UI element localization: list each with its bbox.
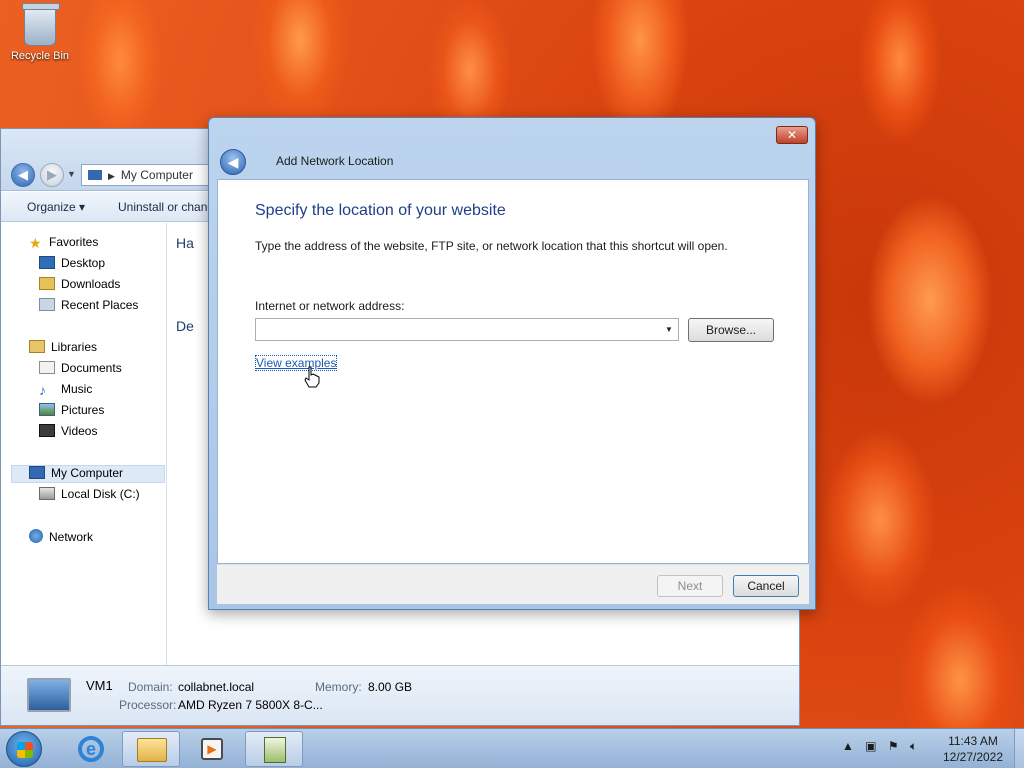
nav-item-favorites[interactable]: ★ Favorites <box>29 235 98 253</box>
domain-value: collabnet.local <box>178 680 255 694</box>
processor-value: AMD Ryzen 7 5800X 8-C... <box>178 698 323 712</box>
music-note-icon: ♪ <box>39 382 46 398</box>
recycle-bin-label: Recycle Bin <box>10 50 70 62</box>
dialog-title: Add Network Location <box>276 154 394 168</box>
taskbar-media-player[interactable]: ▶ <box>183 731 241 767</box>
taskbar: e ▶ ▲ ▣ ⚑ 🔈︎ 11:43 AM 12/27/2022 <box>0 728 1024 768</box>
nav-item-network[interactable]: Network <box>29 529 93 547</box>
recycle-bin-icon <box>22 3 60 46</box>
clock-date: 12/27/2022 <box>942 750 1004 764</box>
clock[interactable]: 11:43 AM 12/27/2022 <box>936 733 1010 765</box>
taskbar-add-network-location[interactable] <box>245 731 303 767</box>
taskbar-internet-explorer[interactable]: e <box>62 731 120 767</box>
windows-logo-icon <box>17 742 33 758</box>
speaker-icon[interactable]: 🔈︎ <box>910 739 917 753</box>
next-button[interactable]: Next <box>657 575 723 597</box>
dialog-heading: Specify the location of your website <box>255 202 506 219</box>
address-text: My Computer <box>120 168 193 182</box>
nav-item-documents[interactable]: Documents <box>39 361 122 379</box>
nav-item-downloads[interactable]: Downloads <box>39 277 120 295</box>
back-arrow-icon[interactable]: ◀ <box>220 149 246 175</box>
show-hidden-icons-icon[interactable]: ▲ <box>842 739 854 753</box>
memory-value: 8.00 GB <box>368 680 413 694</box>
nav-item-videos[interactable]: Videos <box>39 424 97 442</box>
dialog-description: Type the address of the website, FTP sit… <box>255 239 728 253</box>
internet-explorer-icon: e <box>78 736 104 762</box>
domain-label: Domain: <box>128 680 173 694</box>
flag-icon[interactable]: ⚑ <box>888 739 899 753</box>
network-icon <box>29 529 43 543</box>
dialog-footer: Next Cancel <box>217 564 809 604</box>
computer-icon <box>27 678 71 712</box>
network-location-icon <box>264 737 286 763</box>
recent-pages-chevron-icon[interactable]: ▼ <box>67 169 76 179</box>
network-status-icon[interactable]: ▣ <box>865 739 876 753</box>
folder-icon <box>137 738 167 762</box>
group-header-devices: De <box>176 318 194 334</box>
cancel-button[interactable]: Cancel <box>733 575 799 597</box>
computer-name: VM1 <box>86 678 113 693</box>
address-bar[interactable]: ▶ My Computer <box>81 164 211 186</box>
recycle-bin-shortcut[interactable]: Recycle Bin <box>6 3 74 62</box>
nav-item-local-disk[interactable]: Local Disk (C:) <box>39 487 140 505</box>
processor-label: Processor: <box>119 698 177 712</box>
nav-item-my-computer[interactable]: My Computer <box>11 465 165 483</box>
media-player-icon: ▶ <box>201 738 223 760</box>
details-pane: VM1 Domain: collabnet.local Memory: 8.00… <box>1 665 799 725</box>
network-address-input[interactable] <box>255 318 679 341</box>
add-network-location-dialog: ✕ ◀ Add Network Location Specify the loc… <box>208 117 816 610</box>
back-arrow-icon[interactable]: ◀ <box>11 163 35 187</box>
nav-item-desktop[interactable]: Desktop <box>39 256 105 274</box>
forward-arrow-icon[interactable]: ▶ <box>40 163 64 187</box>
system-tray: ▲ ▣ ⚑ 🔈︎ <box>842 739 925 754</box>
nav-item-libraries[interactable]: Libraries <box>29 340 97 358</box>
downloads-folder-icon <box>39 277 55 290</box>
star-icon: ★ <box>29 235 42 251</box>
nav-item-pictures[interactable]: Pictures <box>39 403 104 421</box>
hand-cursor-icon <box>304 366 320 388</box>
documents-icon <box>39 361 55 374</box>
taskbar-windows-explorer[interactable] <box>122 731 180 767</box>
start-button[interactable] <box>6 731 42 767</box>
videos-icon <box>39 424 55 437</box>
drive-icon <box>39 487 55 500</box>
show-desktop-button[interactable] <box>1014 729 1024 768</box>
browse-button[interactable]: Browse... <box>688 318 774 342</box>
computer-icon <box>29 466 45 479</box>
pictures-icon <box>39 403 55 416</box>
group-header-hard-drives: Ha <box>176 235 194 251</box>
breadcrumb-separator-icon: ▶ <box>108 171 115 181</box>
nav-item-recent-places[interactable]: Recent Places <box>39 298 138 316</box>
chevron-down-icon[interactable]: ▼ <box>665 325 673 334</box>
view-examples-link[interactable]: View examples <box>255 355 338 371</box>
libraries-icon <box>29 340 45 353</box>
nav-item-music[interactable]: ♪ Music <box>39 382 92 400</box>
organize-button[interactable]: Organize ▾ <box>27 200 85 214</box>
uninstall-button[interactable]: Uninstall or chang <box>118 200 214 214</box>
navigation-pane: ★ Favorites Desktop Downloads Recent Plac… <box>1 223 167 665</box>
close-button[interactable]: ✕ <box>776 126 808 144</box>
memory-label: Memory: <box>315 680 362 694</box>
address-field-label: Internet or network address: <box>255 299 405 313</box>
recent-places-icon <box>39 298 55 311</box>
clock-time: 11:43 AM <box>948 734 998 748</box>
desktop-icon <box>39 256 55 269</box>
computer-icon <box>88 170 102 180</box>
